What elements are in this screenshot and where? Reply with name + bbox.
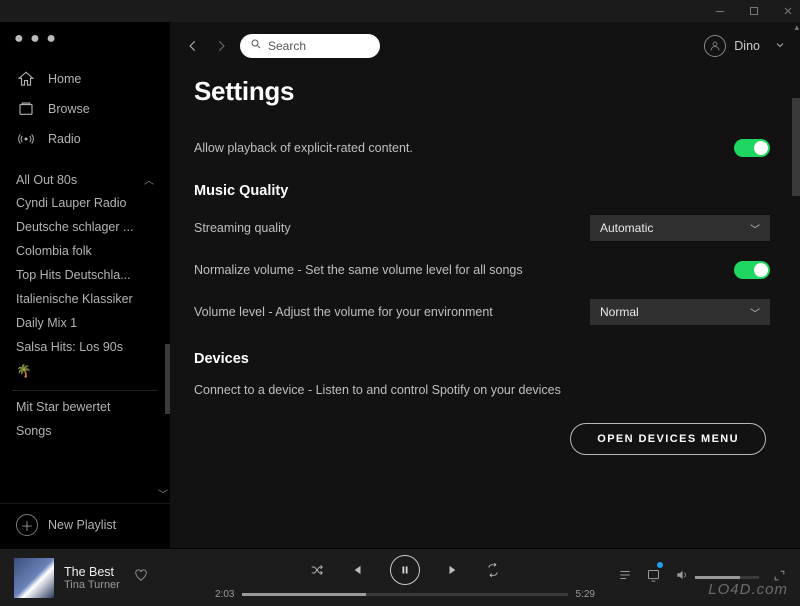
nav-label: Home [48,72,81,86]
now-playing: The Best Tina Turner [14,558,204,598]
select-value: Automatic [600,221,653,235]
streaming-quality-select[interactable]: Automatic ﹀ [590,215,770,241]
nav-radio[interactable]: Radio [0,124,170,154]
settings-content: Settings Allow playback of explicit-rate… [170,70,800,548]
normalize-toggle[interactable] [734,261,770,279]
setting-devices-desc: Connect to a device - Listen to and cont… [194,373,770,407]
new-playlist-button[interactable]: ＋ New Playlist [0,503,170,548]
playlist-label: All Out 80s [16,173,77,187]
nav-label: Browse [48,102,90,116]
search-icon [250,37,262,55]
playlist-item[interactable]: Salsa Hits: Los 90s [0,335,170,359]
album-art[interactable] [14,558,54,598]
search-input[interactable]: Search [240,34,380,58]
scroll-up-icon[interactable]: ▴ [794,22,799,33]
playlist-list: All Out 80s ︿ Cyndi Lauper Radio Deutsch… [0,164,170,503]
browse-icon [16,100,36,118]
chevron-down-icon [774,39,786,54]
main-panel: Search Dino ▴ Settings Allow playback of… [170,22,800,548]
open-devices-button[interactable]: OPEN DEVICES MENU [570,423,766,455]
minimize-button[interactable] [714,5,726,17]
explicit-toggle[interactable] [734,139,770,157]
progress-bar[interactable]: 2:03 5:29 [215,589,595,600]
page-title: Settings [194,76,770,107]
heart-icon[interactable] [134,568,148,587]
volume-level-select[interactable]: Normal ﹀ [590,299,770,325]
forward-button[interactable] [212,39,230,53]
playlist-item[interactable]: Daily Mix 1 [0,311,170,335]
new-playlist-label: New Playlist [48,518,116,532]
divider [12,390,158,391]
shuffle-button[interactable] [310,563,324,577]
expand-button[interactable] [773,569,786,587]
playlist-item[interactable]: All Out 80s ︿ [0,168,170,191]
search-placeholder: Search [268,39,306,53]
track-title[interactable]: The Best [64,565,120,579]
nav-list: Home Browse Radio [0,60,170,164]
topbar: Search Dino [170,22,800,70]
player-center: 2:03 5:29 [204,555,606,600]
user-avatar-icon [704,35,726,57]
chevron-down-icon: ﹀ [750,221,760,236]
play-pause-button[interactable] [390,555,420,585]
section-devices: Devices [194,351,770,367]
player-right [606,568,786,588]
chevron-up-icon: ︿ [144,172,154,187]
playlist-item[interactable]: Songs [0,419,170,443]
playlist-item[interactable]: Top Hits Deutschla... [0,263,170,287]
user-menu[interactable]: Dino [704,35,786,57]
maximize-button[interactable] [748,5,760,17]
playlist-item[interactable]: Deutsche schlager ... [0,215,170,239]
status-dot-icon [657,562,663,568]
setting-label: Allow playback of explicit-rated content… [194,141,413,155]
setting-explicit: Allow playback of explicit-rated content… [194,129,770,167]
queue-button[interactable] [618,568,632,587]
setting-label: Normalize volume - Set the same volume l… [194,263,523,277]
select-value: Normal [600,305,639,319]
previous-button[interactable] [350,563,364,577]
setting-normalize: Normalize volume - Set the same volume l… [194,251,770,289]
playlist-item[interactable]: Cyndi Lauper Radio [0,191,170,215]
nav-home[interactable]: Home [0,64,170,94]
setting-label: Connect to a device - Listen to and cont… [194,383,561,397]
username: Dino [734,39,760,53]
next-button[interactable] [446,563,460,577]
devices-button[interactable] [646,568,661,588]
window-titlebar [0,0,800,22]
setting-label: Streaming quality [194,221,291,235]
playlist-item[interactable]: Italienische Klassiker [0,287,170,311]
setting-volume-level: Volume level - Adjust the volume for you… [194,289,770,335]
volume-icon [675,568,689,587]
plus-icon: ＋ [16,514,38,536]
radio-icon [16,130,36,148]
home-icon [16,70,36,88]
time-elapsed: 2:03 [215,589,234,600]
chevron-down-icon[interactable]: ﹀ [158,486,168,501]
playlist-item[interactable]: Mit Star bewertet [0,395,170,419]
app-menu-button[interactable]: ● ● ● [0,22,170,60]
back-button[interactable] [184,39,202,53]
volume-control[interactable] [675,568,759,587]
playlist-item[interactable]: 🌴 [0,359,170,384]
nav-label: Radio [48,132,81,146]
chevron-down-icon: ﹀ [750,305,760,320]
player-bar: The Best Tina Turner 2:03 5:29 [0,548,800,606]
section-music-quality: Music Quality [194,183,770,199]
playlist-item[interactable]: Colombia folk [0,239,170,263]
track-artist[interactable]: Tina Turner [64,579,120,591]
setting-streaming-quality: Streaming quality Automatic ﹀ [194,205,770,251]
setting-label: Volume level - Adjust the volume for you… [194,305,493,319]
repeat-button[interactable] [486,563,500,577]
nav-browse[interactable]: Browse [0,94,170,124]
time-total: 5:29 [576,589,595,600]
sidebar: ● ● ● Home Browse Radio All Out 80s ︿ Cy… [0,22,170,548]
close-button[interactable] [782,5,794,17]
